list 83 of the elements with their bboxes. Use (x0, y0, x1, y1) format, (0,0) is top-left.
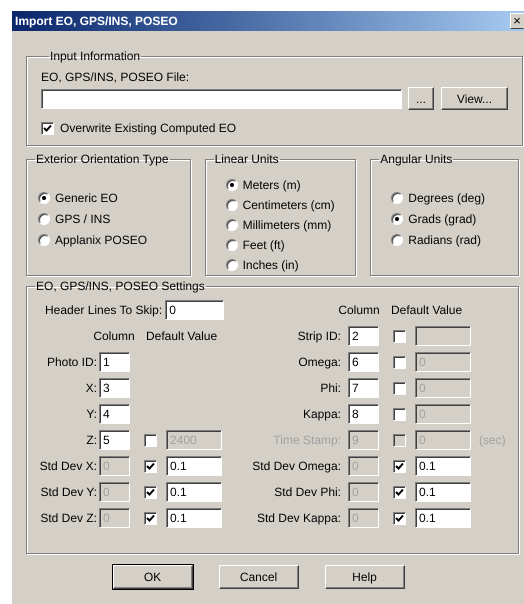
checkbox[interactable] (393, 512, 406, 524)
radio-button[interactable] (226, 179, 238, 191)
field-label: Y: (85, 406, 97, 423)
radio-label: Meters (m) (242, 177, 301, 194)
checkbox[interactable] (393, 486, 406, 498)
view-button[interactable]: View... (441, 87, 508, 110)
default-value-heading: Default Value (146, 328, 218, 345)
field-label: Std Dev Phi: (273, 484, 341, 501)
radio-button[interactable] (38, 192, 50, 204)
checkbox[interactable] (41, 122, 54, 134)
radio-button[interactable] (226, 259, 238, 271)
default-value-field[interactable]: 0.1 (166, 456, 222, 476)
checkbox[interactable] (144, 486, 157, 498)
field-label: Strip ID: (296, 328, 341, 345)
column-field[interactable]: 3 (99, 378, 130, 398)
default-value-heading: Default Value (391, 302, 462, 319)
window-title: Import EO, GPS/INS, POSEO (15, 13, 178, 30)
field-label: Std Dev Z: (39, 510, 97, 527)
radio-label: Millimeters (mm) (242, 217, 332, 234)
default-value-field[interactable]: 0.1 (415, 482, 471, 502)
file-field[interactable] (41, 88, 402, 108)
checkbox[interactable] (393, 408, 406, 420)
radio-label: Radians (rad) (408, 232, 481, 249)
field-label: Std Dev Kappa: (256, 510, 341, 527)
default-value-field[interactable]: 0.1 (415, 456, 471, 476)
checkbox[interactable] (393, 356, 406, 368)
checkbox[interactable] (393, 382, 406, 394)
column-field[interactable]: 1 (99, 352, 130, 372)
default-value-field[interactable]: 0.1 (166, 482, 222, 502)
radio-button[interactable] (38, 213, 50, 225)
field-label: Std Dev Omega: (251, 458, 341, 475)
column-field[interactable]: 6 (348, 352, 379, 372)
checkbox[interactable] (144, 512, 157, 524)
radio-label: Grads (grad) (408, 211, 476, 228)
radio-button[interactable] (226, 219, 238, 231)
field-label: Kappa: (302, 406, 341, 423)
checkbox[interactable] (393, 330, 406, 342)
radio-label: GPS / INS (55, 211, 110, 228)
dialog-button[interactable]: OK (112, 565, 192, 589)
field-label: Std Dev Y: (40, 484, 97, 501)
field-label: Phi: (319, 380, 341, 397)
group-title: Input Information (49, 49, 142, 63)
field-label: Photo ID: (46, 354, 97, 371)
checkbox[interactable] (144, 460, 157, 472)
default-value-field[interactable]: 0.1 (166, 508, 222, 528)
group-title: Angular Units (379, 152, 454, 166)
overwrite-label: Overwrite Existing Computed EO (60, 120, 236, 137)
browse-button[interactable]: ... (408, 87, 434, 110)
radio-button[interactable] (38, 234, 50, 246)
column-field[interactable]: 4 (99, 404, 130, 424)
checkbox[interactable] (144, 434, 157, 446)
radio-label: Generic EO (55, 190, 118, 207)
dialog-button[interactable]: Cancel (218, 565, 298, 589)
header-lines-label: Header Lines To Skip: (45, 302, 162, 319)
radio-label: Applanix POSEO (55, 232, 148, 249)
field-label: Omega: (297, 354, 341, 371)
default-value-field[interactable]: 0.1 (415, 508, 471, 528)
field-label: Z: (85, 432, 97, 449)
radio-button[interactable] (226, 239, 238, 251)
group-title: Exterior Orientation Type (35, 152, 170, 166)
dialog-button[interactable]: Help (324, 565, 404, 589)
header-lines-field[interactable]: 0 (165, 300, 224, 320)
checkbox[interactable] (393, 460, 406, 472)
group-title: EO, GPS/INS, POSEO Settings (35, 279, 206, 293)
column-heading: Column (337, 302, 381, 319)
radio-label: Degrees (deg) (408, 190, 485, 207)
file-label: EO, GPS/INS, POSEO File: (41, 69, 190, 84)
column-field[interactable]: 2 (348, 326, 379, 346)
column-field[interactable]: 5 (99, 430, 130, 450)
column-heading: Column (92, 328, 136, 345)
radio-button[interactable] (391, 234, 404, 246)
group-title: Linear Units (214, 152, 280, 166)
radio-button[interactable] (391, 192, 404, 204)
radio-label: Inches (in) (242, 257, 299, 274)
column-field[interactable]: 8 (348, 404, 379, 424)
field-label: Std Dev X: (38, 458, 97, 475)
radio-button[interactable] (391, 213, 404, 225)
radio-label: Feet (ft) (242, 237, 285, 254)
radio-button[interactable] (226, 199, 238, 211)
radio-label: Centimeters (cm) (242, 197, 335, 214)
field-label: X: (84, 380, 97, 397)
close-button[interactable]: × (510, 13, 524, 29)
column-field[interactable]: 7 (348, 378, 379, 398)
